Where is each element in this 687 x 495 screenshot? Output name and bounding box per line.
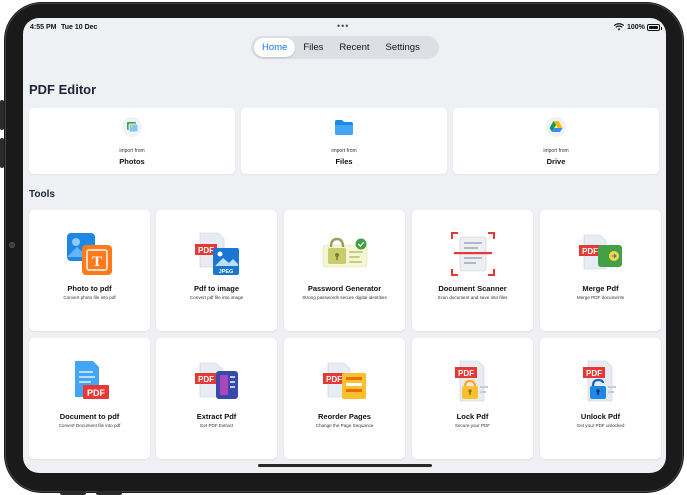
- tool-name: Password Generator: [307, 284, 382, 293]
- tool-description: Secure your PDF: [454, 423, 491, 428]
- top-button-2: [96, 491, 122, 495]
- tool-name: Merge Pdf: [582, 284, 619, 293]
- status-time: 4:55 PM: [30, 24, 57, 31]
- tab-home[interactable]: Home: [254, 38, 296, 57]
- tool-description: Strong passwords secure digital identiti…: [302, 295, 387, 300]
- tool-name: Pdf to image: [193, 284, 239, 293]
- tab-files[interactable]: Files: [295, 38, 331, 57]
- import-prefix: import from: [331, 148, 357, 154]
- reorder-pages-icon: PDF: [320, 359, 370, 405]
- t-glyph: T: [91, 254, 101, 270]
- merge-pdf-icon: PDF: [576, 231, 626, 277]
- status-bar: 4:55 PM Tue 10 Dec ••• 100%: [23, 18, 666, 38]
- photo-to-pdf-icon: T: [65, 231, 115, 277]
- tool-description: Scan document and save into files: [437, 295, 508, 300]
- pdf-label: PDF: [326, 375, 342, 384]
- import-source-label: Photos: [119, 157, 145, 166]
- pdf-to-image-icon: PDF JPEG: [192, 231, 242, 277]
- unlock-pdf-icon: PDF: [576, 359, 626, 405]
- tab-settings[interactable]: Settings: [378, 38, 428, 57]
- import-drive-card[interactable]: import from Drive: [453, 108, 659, 174]
- wifi-icon: [613, 23, 625, 33]
- photos-icon: [122, 117, 142, 137]
- document-to-pdf-icon: PDF: [65, 359, 115, 405]
- multitasking-dots[interactable]: •••: [337, 21, 349, 31]
- battery-percent: 100%: [627, 24, 645, 31]
- tool-extract-pdf[interactable]: PDF Extract Pdf Get PDF Extract: [156, 338, 277, 459]
- pdf-label: PDF: [586, 369, 602, 378]
- pdf-label: PDF: [458, 369, 474, 378]
- import-source-label: Files: [335, 157, 353, 166]
- tool-unlock-pdf[interactable]: PDF Unlock Pdf Get your PDF unlocked: [540, 338, 661, 459]
- jpeg-label: JPEG: [218, 269, 233, 275]
- tool-description: Change the Page Sequance: [315, 423, 374, 428]
- tool-reorder-pages[interactable]: PDF Reorder Pages Change the Page Sequan…: [284, 338, 405, 459]
- tool-description: Convert Document file into pdf: [58, 423, 121, 428]
- front-camera: [9, 242, 15, 248]
- import-prefix: import from: [119, 148, 145, 154]
- page-title: PDF Editor: [29, 82, 97, 97]
- tool-photo-to-pdf[interactable]: T Photo to pdf Convert photo file into p…: [29, 210, 150, 331]
- tool-description: Merge PDF documents: [576, 295, 625, 300]
- top-button: [60, 491, 86, 495]
- pdf-label: PDF: [582, 247, 598, 256]
- folder-icon: [334, 117, 354, 137]
- import-prefix: import from: [543, 148, 569, 154]
- status-date: Tue 10 Dec: [61, 24, 98, 31]
- extract-pdf-icon: PDF: [192, 359, 242, 405]
- pdf-label: PDF: [198, 375, 214, 384]
- pdf-label: PDF: [198, 246, 214, 255]
- tool-name: Extract Pdf: [196, 412, 237, 421]
- tool-name: Lock Pdf: [456, 412, 489, 421]
- document-scanner-icon: [448, 231, 498, 277]
- tools-section-title: Tools: [29, 189, 55, 200]
- tool-name: Document Scanner: [438, 284, 507, 293]
- import-files-card[interactable]: import from Files: [241, 108, 447, 174]
- tool-name: Photo to pdf: [67, 284, 112, 293]
- tool-pdf-to-image[interactable]: PDF JPEG Pdf to image Convert pdf file i…: [156, 210, 277, 331]
- tool-description: Get your PDF unlocked: [576, 423, 625, 428]
- tool-document-scanner[interactable]: Document Scanner Scan document and save …: [412, 210, 533, 331]
- tool-merge-pdf[interactable]: PDF Merge Pdf Merge PDF documents: [540, 210, 661, 331]
- volume-down-button: [0, 138, 4, 168]
- password-generator-icon: [320, 231, 370, 277]
- tool-name: Reorder Pages: [318, 412, 371, 421]
- screen: 4:55 PM Tue 10 Dec ••• 100% Home Files R…: [23, 18, 666, 473]
- tool-document-to-pdf[interactable]: PDF Document to pdf Convert Document fil…: [29, 338, 150, 459]
- import-source-label: Drive: [546, 157, 566, 166]
- battery-icon: [647, 24, 662, 31]
- tool-description: Get PDF Extract: [199, 423, 234, 428]
- google-drive-icon: [546, 117, 566, 137]
- pdf-label: PDF: [87, 388, 106, 398]
- tool-description: Convert photo file into pdf: [63, 295, 116, 300]
- segmented-tab-bar: Home Files Recent Settings: [251, 36, 439, 59]
- tab-recent[interactable]: Recent: [331, 38, 377, 57]
- tool-name: Document to pdf: [59, 412, 120, 421]
- tool-description: Convert pdf file into image: [189, 295, 244, 300]
- import-photos-card[interactable]: import from Photos: [29, 108, 235, 174]
- tool-name: Unlock Pdf: [580, 412, 621, 421]
- volume-up-button: [0, 100, 4, 130]
- lock-pdf-icon: PDF: [448, 359, 498, 405]
- tool-lock-pdf[interactable]: PDF Lock Pdf Secure your PDF: [412, 338, 533, 459]
- tool-password-generator[interactable]: Password Generator Strong passwords secu…: [284, 210, 405, 331]
- home-indicator[interactable]: [258, 464, 432, 467]
